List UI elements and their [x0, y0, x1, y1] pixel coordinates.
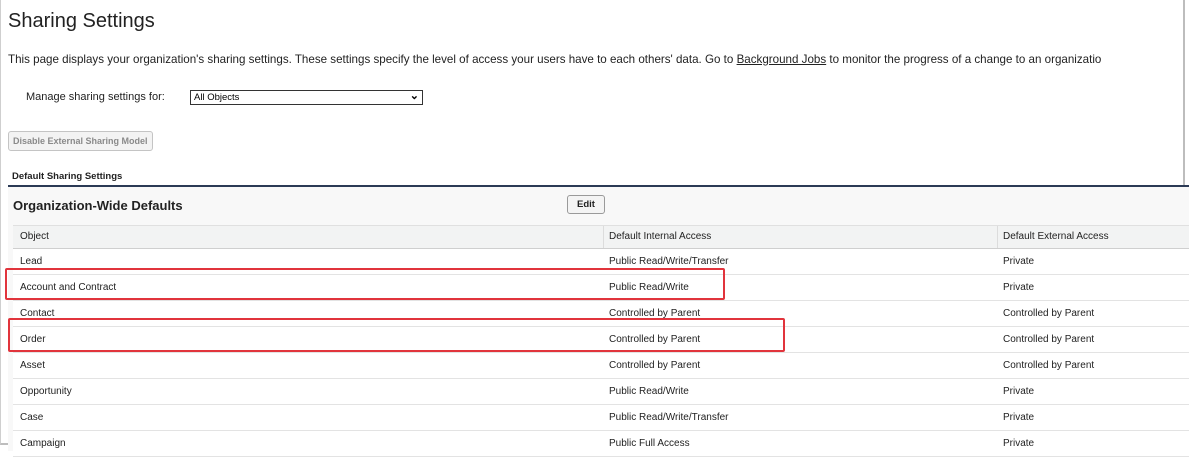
- highlight-box-account-row: [5, 268, 725, 300]
- object-cell: Opportunity: [20, 386, 72, 397]
- header-object[interactable]: Object: [20, 226, 49, 248]
- table-header: Object Default Internal Access Default E…: [13, 225, 1189, 249]
- disable-external-sharing-button[interactable]: Disable External Sharing Model: [8, 131, 153, 151]
- external-access-cell: Controlled by Parent: [1003, 308, 1095, 319]
- table-row: Asset Controlled by Parent Controlled by…: [13, 353, 1189, 379]
- object-cell: Case: [20, 412, 44, 423]
- external-access-cell: Private: [1003, 256, 1035, 267]
- external-access-cell: Private: [1003, 282, 1035, 293]
- column-divider: [603, 226, 604, 248]
- internal-access-cell: Controlled by Parent: [609, 360, 701, 371]
- edit-button[interactable]: Edit: [567, 195, 605, 214]
- external-access-cell: Private: [1003, 386, 1035, 397]
- header-internal-access[interactable]: Default Internal Access: [609, 226, 711, 248]
- object-cell: Asset: [20, 360, 46, 371]
- internal-access-cell: Public Read/Write: [609, 386, 689, 397]
- section-label: Default Sharing Settings: [12, 171, 123, 182]
- highlight-box-order-row: [8, 318, 785, 352]
- header-external-access[interactable]: Default External Access: [1003, 226, 1109, 248]
- table-row: Campaign Public Full Access Private: [13, 431, 1189, 457]
- internal-access-cell: Public Read/Write/Transfer: [609, 412, 729, 423]
- external-access-cell: Private: [1003, 412, 1035, 423]
- description-text: This page displays your organization's s…: [8, 53, 737, 66]
- table-row: Opportunity Public Read/Write Private: [13, 379, 1189, 405]
- page-title: Sharing Settings: [8, 10, 155, 32]
- object-cell: Campaign: [20, 438, 66, 449]
- panel-title: Organization-Wide Defaults: [13, 198, 183, 213]
- table-row: Case Public Read/Write/Transfer Private: [13, 405, 1189, 431]
- select-value: All Objects: [194, 92, 240, 103]
- description-text-end: to monitor the progress of a change to a…: [826, 53, 1102, 66]
- external-access-cell: Controlled by Parent: [1003, 360, 1095, 371]
- external-access-cell: Private: [1003, 438, 1035, 449]
- column-divider: [997, 226, 998, 248]
- page-description: This page displays your organization's s…: [8, 53, 1183, 66]
- manage-sharing-select[interactable]: All Objects ⌄: [190, 90, 423, 105]
- background-jobs-link[interactable]: Background Jobs: [737, 53, 827, 66]
- internal-access-cell: Public Full Access: [609, 438, 690, 449]
- manage-sharing-label: Manage sharing settings for:: [26, 91, 165, 103]
- chevron-down-icon: ⌄: [409, 90, 419, 102]
- external-access-cell: Controlled by Parent: [1003, 334, 1095, 345]
